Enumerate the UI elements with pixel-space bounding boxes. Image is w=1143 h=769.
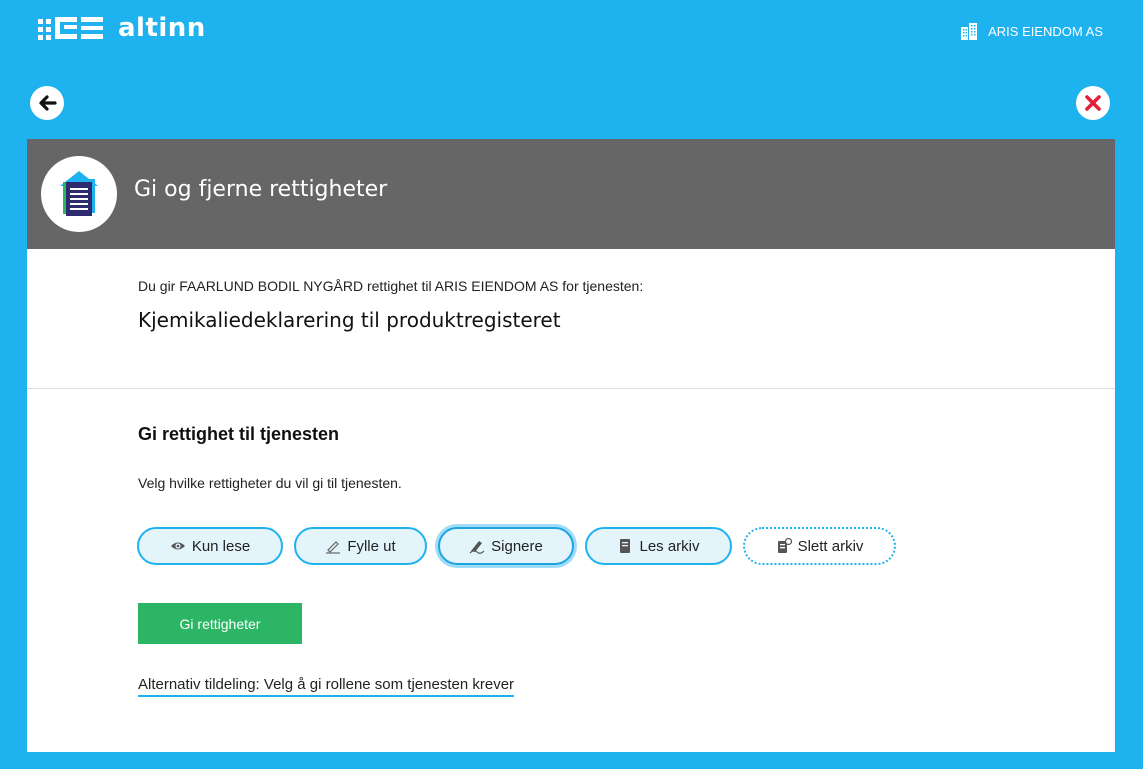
- document-icon: [60, 171, 98, 216]
- section-description: Velg hvilke rettigheter du vil gi til tj…: [138, 475, 402, 491]
- give-rights-button[interactable]: Gi rettigheter: [138, 603, 302, 644]
- service-name: Kjemikaliedeklarering til produktregiste…: [138, 308, 561, 332]
- close-icon: [1085, 95, 1101, 111]
- archive-delete-icon: [777, 538, 792, 553]
- altinn-logo-icon: [38, 17, 103, 40]
- altinn-logo[interactable]: altinn: [38, 14, 206, 42]
- intro-block: Du gir FAARLUND BODIL NYGÅRD rettighet t…: [138, 278, 1075, 332]
- signature-icon: [469, 541, 485, 554]
- right-read-button[interactable]: Kun lese: [137, 527, 283, 565]
- organization-selector[interactable]: ARIS EIENDOM AS: [960, 22, 1103, 40]
- rights-button-group: Kun lese Fylle ut Signere Les arkiv Slet…: [137, 527, 907, 565]
- right-label: Fylle ut: [347, 537, 396, 555]
- alternative-assignment-link[interactable]: Alternativ tildeling: Velg å gi rollene …: [138, 676, 515, 697]
- header-icon-circle: [41, 156, 117, 232]
- brand-name: altinn: [118, 13, 206, 43]
- section-title: Gi rettighet til tjenesten: [138, 424, 340, 444]
- right-label: Slett arkiv: [797, 537, 864, 555]
- pencil-icon: [326, 541, 341, 554]
- eye-icon: [170, 542, 185, 550]
- card-header: Gi og fjerne rettigheter: [27, 139, 1115, 249]
- building-icon: [961, 23, 978, 40]
- divider: [27, 388, 1115, 389]
- right-label: Signere: [491, 537, 543, 555]
- organization-name: ARIS EIENDOM AS: [988, 23, 1103, 39]
- back-button[interactable]: [30, 86, 64, 120]
- right-fill-button[interactable]: Fylle ut: [294, 527, 427, 565]
- right-label: Kun lese: [191, 537, 251, 555]
- rights-section: Gi rettighet til tjenesten Velg hvilke r…: [138, 424, 1075, 491]
- right-sign-button[interactable]: Signere: [438, 527, 574, 565]
- arrow-left-icon: [39, 95, 57, 111]
- right-delete-archive-button[interactable]: Slett arkiv: [743, 527, 896, 565]
- right-label: Les arkiv: [639, 537, 700, 555]
- main-card: Gi og fjerne rettigheter Du gir FAARLUND…: [27, 139, 1115, 752]
- close-button[interactable]: [1076, 86, 1110, 120]
- right-read-archive-button[interactable]: Les arkiv: [585, 527, 732, 565]
- intro-text: Du gir FAARLUND BODIL NYGÅRD rettighet t…: [138, 278, 644, 294]
- page-title: Gi og fjerne rettigheter: [134, 177, 388, 202]
- top-bar: altinn ARIS EIENDOM AS: [0, 0, 1143, 62]
- archive-icon: [620, 539, 631, 553]
